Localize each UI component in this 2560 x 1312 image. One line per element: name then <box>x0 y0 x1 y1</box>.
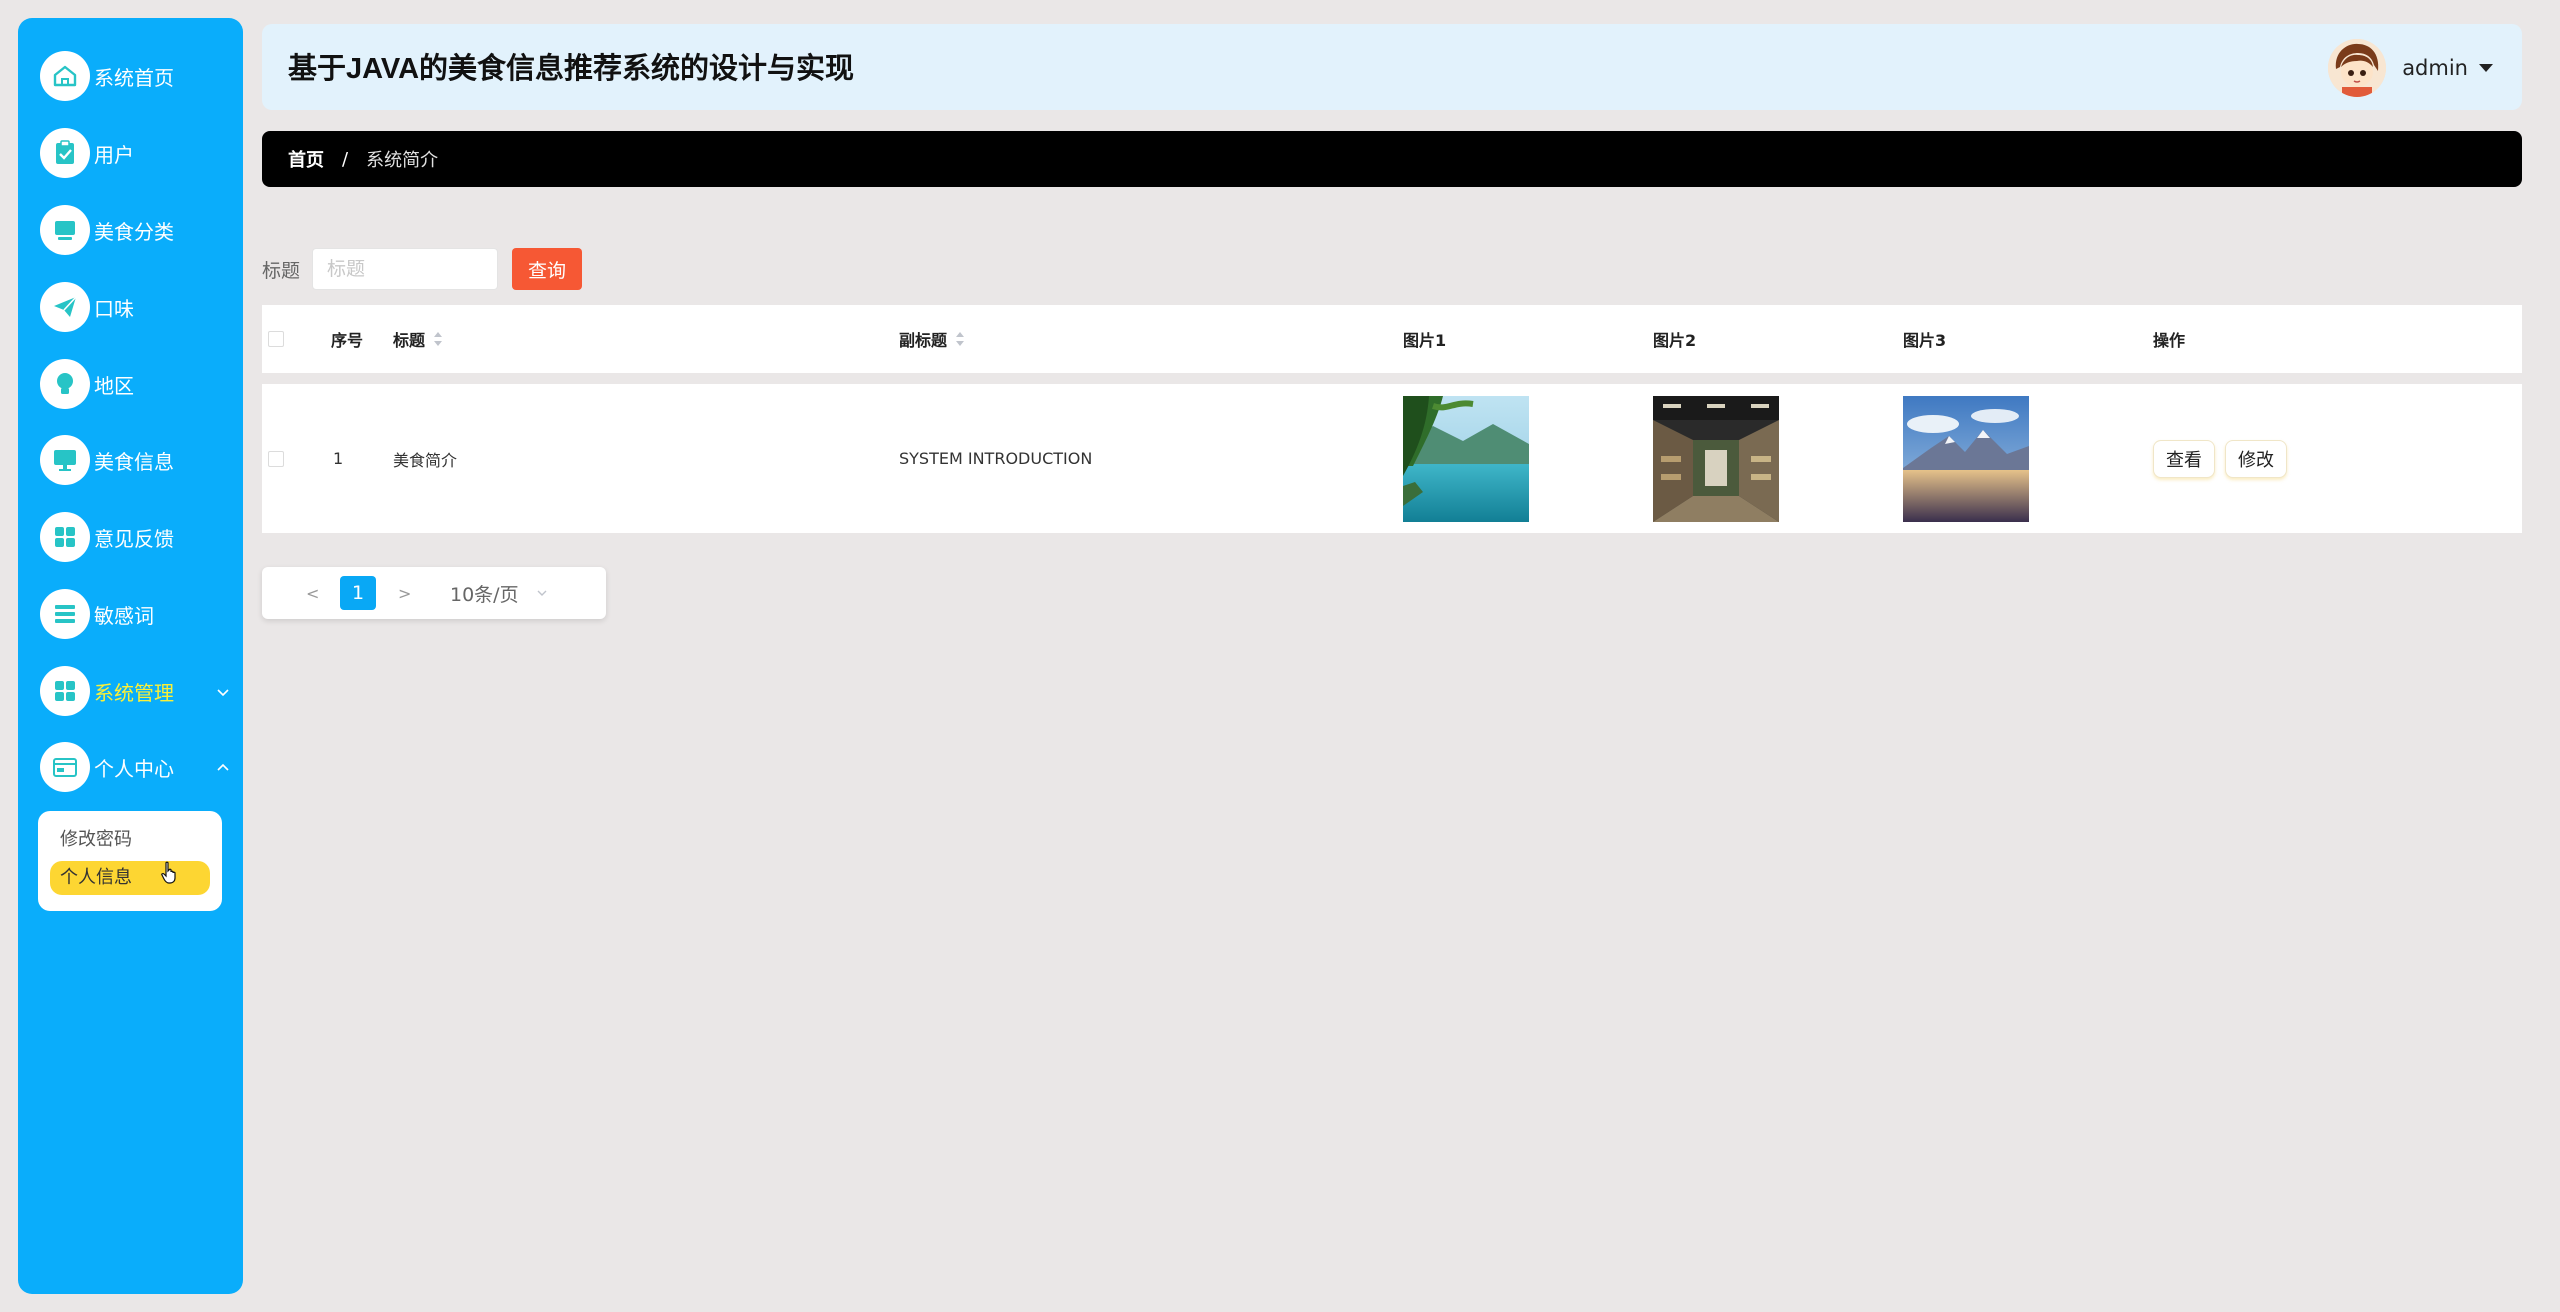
column-header-index: 序号 <box>331 331 364 350</box>
sidebar-item-home[interactable]: 系统首页 <box>40 48 230 104</box>
search-bar: 标题 查询 <box>262 248 583 290</box>
grid-icon <box>40 512 90 562</box>
column-header-subtitle[interactable]: 副标题 <box>899 305 965 373</box>
column-header-subtitle-label: 副标题 <box>899 331 948 350</box>
breadcrumb-separator: / <box>342 148 349 170</box>
monitor-icon <box>40 205 90 255</box>
home-icon <box>40 51 90 101</box>
lake-landscape-image[interactable] <box>1403 395 1529 522</box>
table-header: 序号 标题 副标题 图片1 图片2 图片3 操作 <box>262 305 2522 373</box>
lightbulb-icon <box>40 359 90 409</box>
cell-actions: 查看 修改 <box>2153 384 2297 533</box>
breadcrumb: 首页 / 系统简介 <box>262 131 2522 187</box>
edit-button[interactable]: 修改 <box>2225 439 2287 478</box>
page-size-select[interactable]: 10条/页 <box>450 580 519 607</box>
sidebar-item-label: 美食分类 <box>94 219 174 244</box>
top-header: 基于JAVA的美食信息推荐系统的设计与实现 admin <box>262 24 2522 110</box>
sidebar-item-label: 系统管理 <box>94 680 174 705</box>
column-header-actions: 操作 <box>2153 331 2186 350</box>
sidebar-item-label: 敏感词 <box>94 603 154 628</box>
cell-title: 美食简介 <box>393 450 458 470</box>
sidebar-item-label: 意见反馈 <box>94 526 174 551</box>
cell-image3 <box>1903 384 2029 533</box>
desktop-icon <box>40 435 90 485</box>
paper-plane-icon <box>40 282 90 332</box>
prev-page-button[interactable]: < <box>306 584 319 603</box>
app-title: 基于JAVA的美食信息推荐系统的设计与实现 <box>288 53 855 85</box>
grid-icon <box>40 666 90 716</box>
cell-index: 1 <box>333 449 344 468</box>
cell-image2 <box>1653 384 1779 533</box>
personal-center-submenu: 修改密码 个人信息 <box>38 811 222 911</box>
sidebar-item-food-category[interactable]: 美食分类 <box>40 202 230 258</box>
breadcrumb-current: 系统简介 <box>366 150 439 171</box>
column-header-image1: 图片1 <box>1403 331 1447 350</box>
column-header-title-label: 标题 <box>393 331 426 350</box>
sidebar-item-label: 地区 <box>94 373 134 398</box>
search-input[interactable] <box>312 248 499 290</box>
restaurant-interior-image[interactable] <box>1653 395 1779 522</box>
list-icon <box>40 589 90 639</box>
sidebar-item-users[interactable]: 用户 <box>40 125 230 181</box>
sidebar-item-personal-center[interactable]: 个人中心 <box>40 739 230 795</box>
sort-icon <box>434 332 443 346</box>
user-menu[interactable]: admin <box>2328 38 2494 98</box>
table-row: 1 美食简介 SYSTEM INTRODUCTION 查看 修改 <box>262 384 2522 533</box>
pagination: < 1 > 10条/页 <box>262 567 606 619</box>
sidebar-item-system-management[interactable]: 系统管理 <box>40 663 230 719</box>
select-all-cell <box>268 305 284 373</box>
avatar <box>2328 39 2387 97</box>
column-header-image3: 图片3 <box>1903 331 1947 350</box>
column-header-image2: 图片2 <box>1653 331 1697 350</box>
sidebar-item-feedback[interactable]: 意见反馈 <box>40 509 230 565</box>
view-button[interactable]: 查看 <box>2153 439 2215 478</box>
submenu-item-change-password[interactable]: 修改密码 <box>50 823 210 857</box>
page-number-current[interactable]: 1 <box>340 576 376 610</box>
hand-cursor-icon <box>161 861 176 884</box>
sort-icon <box>956 332 965 346</box>
row-checkbox[interactable] <box>268 450 284 467</box>
sidebar-item-food-info[interactable]: 美食信息 <box>40 432 230 488</box>
sidebar-item-label: 美食信息 <box>94 449 174 474</box>
search-button[interactable]: 查询 <box>512 248 583 290</box>
search-label: 标题 <box>262 259 301 282</box>
row-select-cell <box>268 384 284 533</box>
username: admin <box>2402 56 2468 80</box>
chevron-down-icon <box>216 684 230 698</box>
chevron-down-icon <box>537 590 547 596</box>
sidebar-item-sensitive-words[interactable]: 敏感词 <box>40 586 230 642</box>
breadcrumb-home[interactable]: 首页 <box>288 146 324 172</box>
mountain-landscape-image[interactable] <box>1903 395 2029 522</box>
sidebar-item-label: 口味 <box>94 296 134 321</box>
sidebar-item-label: 个人中心 <box>94 756 174 781</box>
column-header-title[interactable]: 标题 <box>393 305 443 373</box>
sidebar-item-taste[interactable]: 口味 <box>40 279 230 335</box>
select-all-checkbox[interactable] <box>268 331 284 347</box>
chevron-up-icon <box>216 760 230 774</box>
submenu-item-personal-info[interactable]: 个人信息 <box>50 861 210 895</box>
sidebar-item-label: 系统首页 <box>94 65 174 90</box>
next-page-button[interactable]: > <box>398 584 411 603</box>
caret-down-icon <box>2479 64 2493 72</box>
cell-subtitle: SYSTEM INTRODUCTION <box>899 449 1093 468</box>
sidebar: 系统首页 用户 美食分类 口味 地区 美食信息 意见反馈 敏感词 系统管理 个人… <box>18 18 243 1294</box>
sidebar-item-region[interactable]: 地区 <box>40 356 230 412</box>
clipboard-icon <box>40 128 90 178</box>
card-icon <box>40 742 90 792</box>
sidebar-item-label: 用户 <box>94 142 134 167</box>
cell-image1 <box>1403 384 1529 533</box>
